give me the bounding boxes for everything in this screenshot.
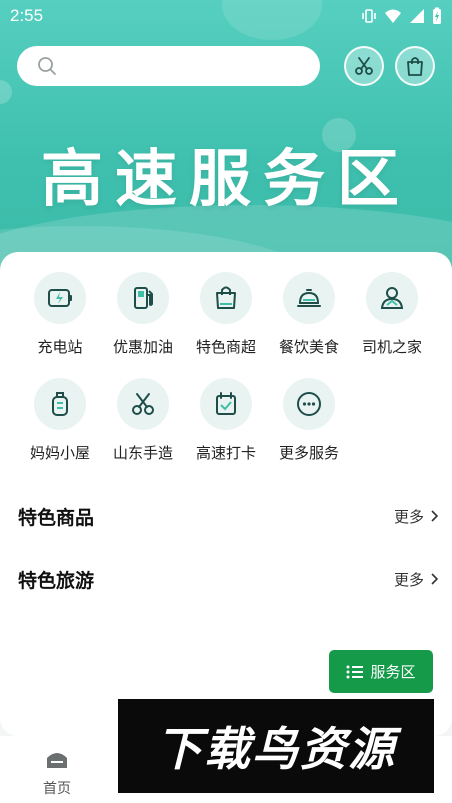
service-charging-station[interactable]: 充电站 bbox=[18, 272, 102, 357]
calendar-check-icon bbox=[216, 392, 236, 415]
service-mother-room[interactable]: 妈妈小屋 bbox=[18, 378, 102, 463]
status-icons bbox=[361, 7, 442, 25]
service-area-button[interactable]: 服务区 bbox=[329, 650, 433, 693]
section-title: 特色商品 bbox=[18, 506, 95, 529]
service-label: 充电站 bbox=[37, 338, 83, 356]
search-icon bbox=[38, 57, 56, 75]
home-icon bbox=[47, 753, 67, 768]
icon-circle bbox=[283, 272, 335, 324]
watermark-text: 下载鸟资源 bbox=[156, 722, 396, 776]
icon-circle bbox=[117, 378, 169, 430]
battery-charging-icon bbox=[433, 7, 441, 24]
tab-home[interactable]: 首页 bbox=[30, 748, 84, 798]
status-time: 2:55 bbox=[10, 6, 44, 25]
shopping-bag-button[interactable] bbox=[395, 46, 435, 86]
banner-title: 高速服务区 bbox=[40, 142, 411, 215]
search-input[interactable] bbox=[67, 58, 320, 74]
chevron-right-icon bbox=[431, 510, 438, 522]
hero-banner: 2:55 高速服务区 bbox=[0, 0, 452, 290]
tab-home-label: 首页 bbox=[43, 781, 71, 797]
icon-circle bbox=[283, 378, 335, 430]
icon-circle bbox=[200, 272, 252, 324]
more-label: 更多 bbox=[393, 570, 424, 589]
service-more[interactable]: 更多服务 bbox=[267, 378, 351, 463]
icon-circle bbox=[366, 272, 418, 324]
icon-circle bbox=[200, 378, 252, 430]
icon-circle bbox=[117, 272, 169, 324]
scissors-button[interactable] bbox=[344, 46, 384, 86]
service-label: 山东手造 bbox=[112, 444, 173, 462]
scissors-icon bbox=[355, 57, 373, 75]
charging-icon bbox=[48, 289, 72, 307]
vibrate-icon bbox=[362, 9, 376, 23]
service-handcraft[interactable]: 山东手造 bbox=[101, 378, 185, 463]
shopping-bag-icon bbox=[216, 286, 236, 309]
icon-circle bbox=[34, 378, 86, 430]
driver-icon bbox=[380, 287, 404, 309]
service-label: 优惠加油 bbox=[112, 338, 173, 356]
search-bar[interactable] bbox=[17, 46, 320, 86]
more-label: 更多 bbox=[393, 507, 424, 526]
service-area-label: 服务区 bbox=[370, 663, 416, 681]
decor-bubble bbox=[0, 80, 12, 104]
cellular-icon bbox=[410, 9, 424, 23]
section-title: 特色旅游 bbox=[18, 569, 95, 592]
service-label: 高速打卡 bbox=[195, 444, 256, 462]
service-drivers-home[interactable]: 司机之家 bbox=[350, 272, 434, 357]
service-checkin[interactable]: 高速打卡 bbox=[184, 378, 268, 463]
section-specialty-goods: 特色商品 更多 bbox=[18, 501, 438, 531]
service-fuel-discount[interactable]: 优惠加油 bbox=[101, 272, 185, 357]
service-label: 特色商超 bbox=[195, 338, 256, 356]
service-label: 妈妈小屋 bbox=[29, 444, 90, 462]
service-label: 更多服务 bbox=[278, 444, 339, 462]
chevron-right-icon bbox=[431, 573, 438, 585]
status-bar: 2:55 bbox=[0, 0, 452, 32]
watermark-banner: 下载鸟资源 bbox=[118, 699, 434, 793]
icon-circle bbox=[34, 272, 86, 324]
service-label: 司机之家 bbox=[361, 338, 422, 356]
section-more-link[interactable]: 更多 bbox=[394, 506, 438, 527]
baby-bottle-icon bbox=[52, 392, 68, 416]
service-bell-icon bbox=[297, 289, 321, 307]
wifi-icon bbox=[385, 9, 401, 23]
service-specialty-store[interactable]: 特色商超 bbox=[184, 272, 268, 357]
more-icon bbox=[297, 392, 321, 416]
list-icon bbox=[346, 665, 364, 678]
section-specialty-travel: 特色旅游 更多 bbox=[18, 564, 438, 594]
shopping-bag-icon bbox=[407, 57, 423, 76]
fuel-pump-icon bbox=[134, 287, 153, 309]
scissors-icon bbox=[132, 393, 154, 415]
section-more-link[interactable]: 更多 bbox=[394, 569, 438, 590]
service-label: 餐饮美食 bbox=[278, 338, 339, 356]
service-dining[interactable]: 餐饮美食 bbox=[267, 272, 351, 357]
